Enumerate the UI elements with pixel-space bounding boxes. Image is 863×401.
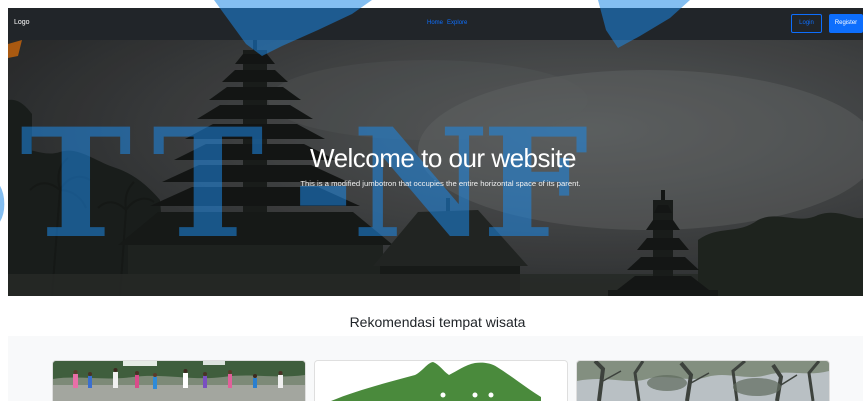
destination-card[interactable]	[52, 360, 306, 401]
nav-link-explore[interactable]: Explore	[447, 19, 467, 27]
nav-links: Home Explore	[427, 19, 467, 27]
destination-card[interactable]	[314, 360, 568, 401]
register-button[interactable]: Register	[829, 14, 863, 33]
navbar-brand-logo[interactable]: Logo	[14, 19, 30, 27]
destination-card[interactable]	[576, 360, 830, 401]
card-image	[577, 361, 829, 401]
hero-title: Welcome to our website	[310, 143, 576, 173]
card-image	[53, 361, 305, 401]
recommendations-section	[8, 336, 863, 401]
page: Logo Home Explore Login Register Welcome…	[8, 8, 863, 401]
card-image	[315, 361, 567, 401]
section-heading: Rekomendasi tempat wisata	[349, 314, 526, 330]
hero-subtitle: This is a modified jumbotron that occupi…	[300, 179, 581, 188]
hero-jumbotron: Welcome to our website This is a modifie…	[8, 40, 863, 296]
login-button[interactable]: Login	[791, 14, 822, 33]
navbar: Logo Home Explore Login Register	[8, 8, 863, 40]
nav-link-home[interactable]: Home	[427, 19, 443, 27]
